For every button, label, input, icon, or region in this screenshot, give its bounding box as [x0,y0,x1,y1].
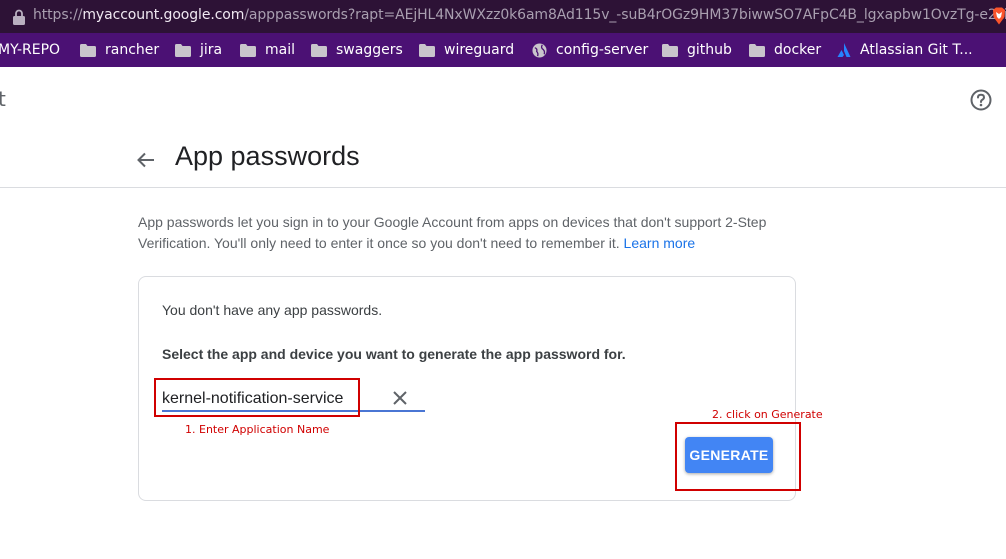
folder-icon [419,43,435,57]
step1-annotation: 1. Enter Application Name [185,423,330,436]
url-path: /apppasswords?rapt=AEjHL4NxWXzz0k6am8Ad1… [244,7,1006,23]
brave-shield-icon[interactable] [991,7,1006,25]
bookmark-mail[interactable]: mail [240,33,295,67]
url-host: myaccount.google.com [82,7,245,23]
bookmark-github[interactable]: github [662,33,732,67]
folder-icon [749,43,765,57]
bookmark-label: MY-REPO [0,42,61,58]
bookmark-config-server[interactable]: config-server [532,33,648,67]
bookmark-label: jira [200,42,223,58]
page-description: App passwords let you sign in to your Go… [138,212,818,254]
bookmark-jira[interactable]: jira [175,33,222,67]
select-app-label: Select the app and device you want to ge… [162,346,626,362]
bookmark-label: config-server [556,42,649,58]
bookmark-label: Atlassian Git T... [860,42,973,58]
lock-icon [13,9,25,25]
header-divider [0,187,1006,188]
bookmark-label: github [687,42,732,58]
header-title-fragment: t [0,87,6,111]
folder-icon [662,43,678,57]
folder-icon [80,43,96,57]
bookmark-label: docker [774,42,822,58]
bookmark-label: mail [265,42,295,58]
input-highlight-box [154,378,360,417]
folder-icon [175,43,191,57]
bookmark-atlassian[interactable]: Atlassian Git T... [837,33,973,67]
learn-more-link[interactable]: Learn more [624,235,696,251]
help-icon[interactable] [970,89,992,111]
globe-icon [532,42,547,58]
folder-icon [240,43,256,57]
bookmark-label: wireguard [444,42,515,58]
url-scheme: https:// [33,7,83,23]
bookmark-rancher[interactable]: rancher [80,33,159,67]
bookmark-wireguard[interactable]: wireguard [419,33,514,67]
bookmarks-bar: MY-REPO rancher jira mail swaggers wireg… [0,33,1006,67]
folder-icon [311,43,327,57]
step2-annotation: 2. click on Generate [712,408,823,421]
back-arrow-icon[interactable] [136,150,156,170]
bookmark-label: rancher [105,42,160,58]
generate-button[interactable]: GENERATE [685,437,773,473]
url-text[interactable]: https://myaccount.google.com/apppassword… [33,7,1006,23]
address-bar[interactable]: https://myaccount.google.com/apppassword… [0,0,1006,33]
close-icon[interactable] [392,390,408,406]
bookmark-my-repo[interactable]: MY-REPO [0,33,60,67]
bookmark-label: swaggers [336,42,403,58]
no-app-passwords-text: You don't have any app passwords. [162,302,383,318]
atlassian-icon [837,42,851,57]
bookmark-swaggers[interactable]: swaggers [311,33,403,67]
page-title: App passwords [175,141,360,171]
bookmark-docker[interactable]: docker [749,33,821,67]
